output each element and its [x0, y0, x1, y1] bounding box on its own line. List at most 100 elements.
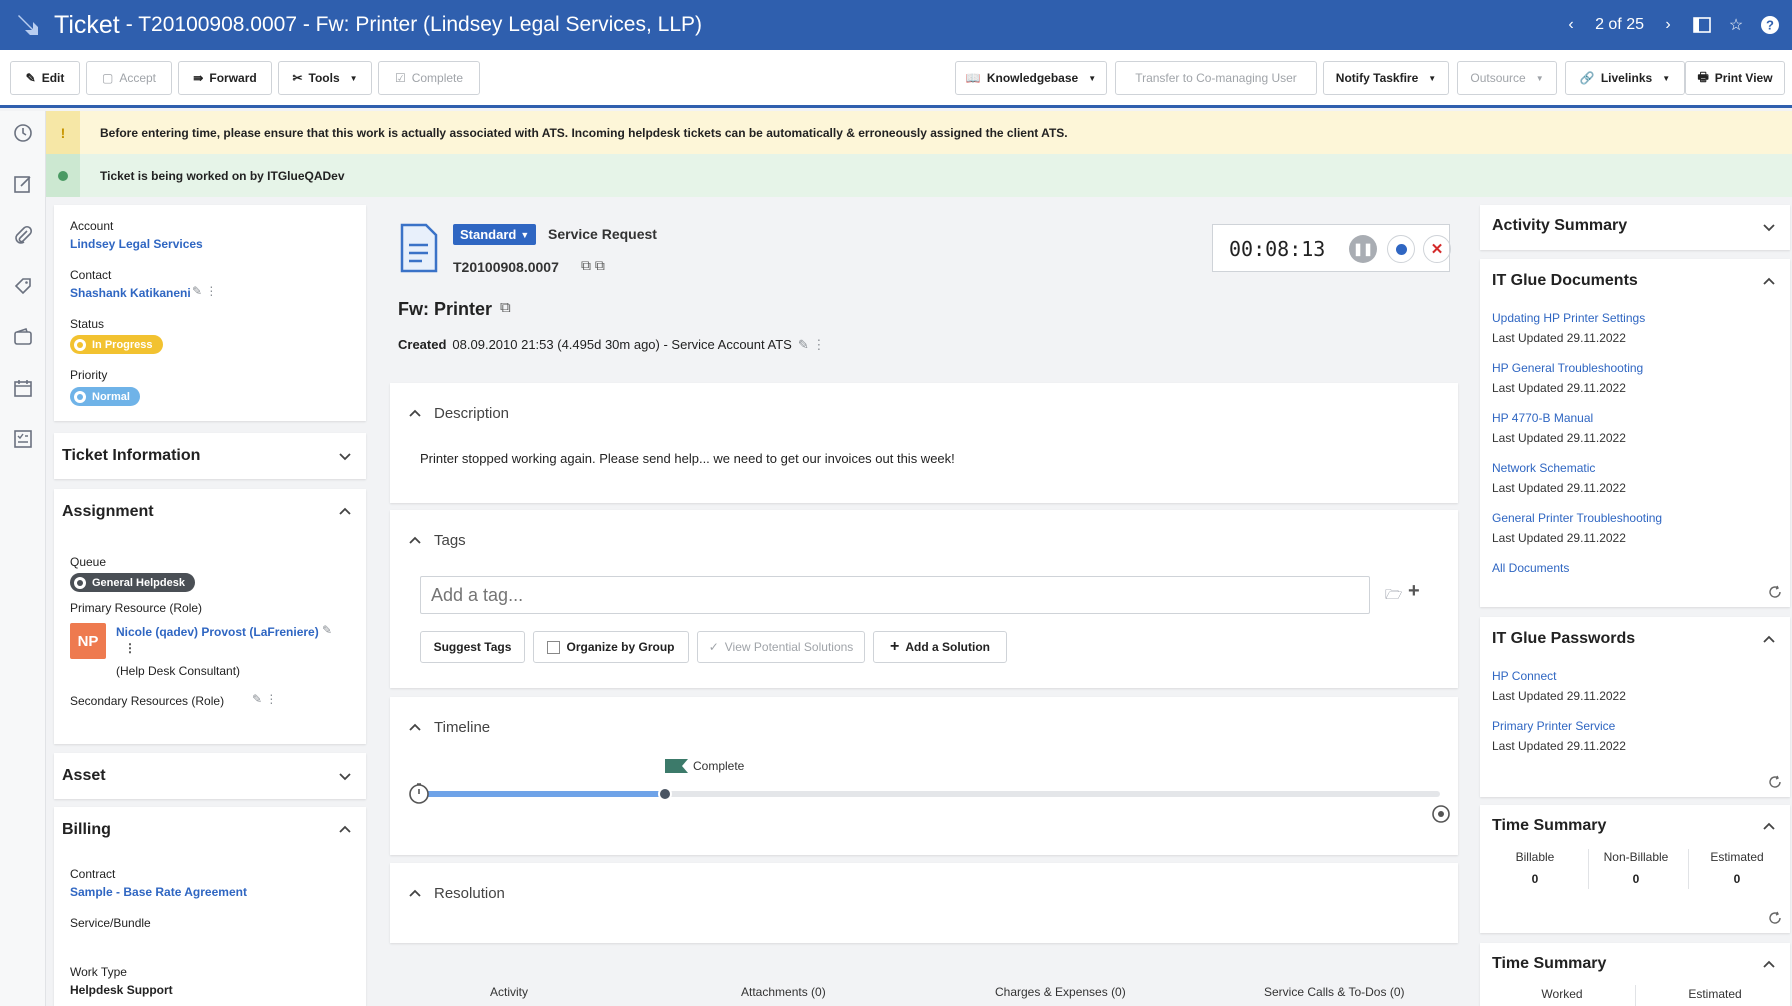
resolution-header[interactable]: Resolution	[408, 885, 505, 902]
account-link[interactable]: Lindsey Legal Services	[70, 237, 203, 251]
timeline-header[interactable]: Timeline	[408, 719, 490, 736]
attachment-icon[interactable]	[13, 225, 33, 245]
record-icon[interactable]	[1387, 235, 1415, 263]
edit-button[interactable]: ✎ Edit	[10, 61, 80, 95]
doc-link[interactable]: General Printer Troubleshooting	[1492, 511, 1662, 525]
tab-activity[interactable]: Activity	[490, 985, 528, 999]
chevron-up-icon[interactable]	[1762, 633, 1776, 647]
password-link[interactable]: Primary Printer Service	[1492, 719, 1615, 733]
tab-attachments[interactable]: Attachments (0)	[741, 985, 826, 999]
tab-service-calls[interactable]: Service Calls & To-Dos (0)	[1264, 985, 1404, 999]
edit-created-icon[interactable]: ✎ ⋮	[798, 337, 826, 353]
warning-icon: !	[46, 111, 80, 154]
doc-link[interactable]: Updating HP Printer Settings	[1492, 311, 1645, 325]
contract-link[interactable]: Sample - Base Rate Agreement	[70, 885, 247, 899]
it-glue-documents-section: IT Glue Documents Updating HP Printer Se…	[1480, 259, 1790, 607]
title-bar: Ticket - T20100908.0007 - Fw: Printer (L…	[0, 0, 1792, 50]
password-link[interactable]: HP Connect	[1492, 669, 1556, 683]
service-bundle-label: Service/Bundle	[70, 916, 151, 930]
livelinks-button[interactable]: 🔗 Livelinks ▼	[1565, 61, 1685, 95]
refresh-icon[interactable]	[1768, 585, 1782, 599]
notify-taskfire-button[interactable]: Notify Taskfire ▼	[1323, 61, 1449, 95]
edit-contact-icon[interactable]: ✎ ⋮	[192, 284, 217, 298]
tag-input[interactable]	[420, 576, 1370, 614]
tools-button[interactable]: ✂ Tools ▼	[278, 61, 372, 95]
chevron-up-icon[interactable]	[338, 505, 352, 519]
right-column: Activity Summary IT Glue Documents Updat…	[1480, 205, 1792, 1006]
chevron-down-icon: ▼	[520, 229, 530, 240]
add-solution-button[interactable]: + Add a Solution	[873, 631, 1007, 663]
tags-header[interactable]: Tags	[408, 532, 466, 549]
chevron-down-icon[interactable]	[338, 769, 352, 783]
refresh-icon[interactable]	[1768, 775, 1782, 789]
organize-by-group-button[interactable]: Organize by Group	[533, 631, 689, 663]
tag-library-icon[interactable]: 🗁	[1385, 584, 1402, 608]
chevron-down-icon: ▼	[1428, 73, 1437, 83]
priority-label: Priority	[70, 368, 108, 382]
all-documents-link[interactable]: All Documents	[1492, 561, 1569, 575]
ticket-pager: 2 of 25	[1595, 16, 1644, 33]
transfer-button[interactable]: Transfer to Co-managing User	[1115, 61, 1317, 95]
chevron-down-icon[interactable]	[338, 449, 352, 463]
info-banner: Ticket is being worked on by ITGlueQADev	[46, 154, 1792, 197]
prev-ticket-icon[interactable]: ‹	[1561, 15, 1581, 35]
tag-icon[interactable]	[13, 276, 33, 296]
chevron-up-icon[interactable]	[1762, 820, 1776, 834]
queue-badge[interactable]: General Helpdesk	[70, 573, 195, 592]
divider	[1635, 985, 1636, 1006]
work-type-value: Helpdesk Support	[70, 983, 173, 997]
priority-badge[interactable]: Normal	[70, 387, 140, 406]
knowledgebase-button[interactable]: 📖 Knowledgebase ▼	[955, 61, 1107, 95]
edit-secondary-icon[interactable]: ✎ ⋮	[252, 692, 277, 706]
accept-button[interactable]: ▢ Accept	[86, 61, 172, 95]
chevron-up-icon	[409, 409, 421, 417]
complete-button[interactable]: ☑ Complete	[378, 61, 480, 95]
contact-link[interactable]: Shashank Katikaneni	[70, 286, 191, 300]
calendar-icon[interactable]	[13, 378, 33, 398]
suggest-tags-button[interactable]: Suggest Tags	[420, 631, 525, 663]
wallet-icon[interactable]	[13, 327, 33, 347]
ticket-type-dropdown[interactable]: Standard ▼	[453, 224, 537, 245]
queue-eye-icon	[74, 576, 86, 589]
help-icon[interactable]: ?	[1760, 15, 1780, 35]
timeline-marker[interactable]	[658, 787, 672, 801]
panel-toggle-icon[interactable]	[1692, 15, 1712, 35]
copy-title-icon[interactable]: ⧉	[500, 299, 511, 316]
clock-icon[interactable]	[13, 123, 33, 143]
billable-stat: Billable 0	[1515, 850, 1555, 886]
view-potential-solutions-button[interactable]: ✓ View Potential Solutions	[697, 631, 865, 663]
chevron-up-icon[interactable]	[1762, 958, 1776, 972]
pause-icon[interactable]: ❚❚	[1349, 235, 1377, 263]
chevron-up-icon[interactable]	[338, 823, 352, 837]
status-badge[interactable]: In Progress	[70, 335, 163, 354]
more-icon[interactable]: ⋮	[124, 641, 136, 655]
stop-icon[interactable]: ✕	[1423, 235, 1451, 263]
edit-note-icon[interactable]	[13, 174, 33, 194]
add-tag-icon[interactable]: +	[1408, 580, 1420, 603]
next-ticket-icon[interactable]: ›	[1658, 15, 1678, 35]
doc-link[interactable]: HP General Troubleshooting	[1492, 361, 1643, 375]
edit-resource-icon[interactable]: ✎	[322, 623, 332, 637]
print-view-button[interactable]: 🖶 Print View	[1685, 61, 1785, 95]
check-icon: ✓	[708, 640, 719, 654]
doc-link[interactable]: Network Schematic	[1492, 461, 1595, 475]
doc-link[interactable]: HP 4770-B Manual	[1492, 411, 1593, 425]
ticket-number: T20100908.0007	[453, 259, 559, 275]
copy-icon[interactable]: ⧉ ⧉	[581, 257, 605, 274]
ticket-information-section[interactable]: Ticket Information	[54, 433, 366, 479]
activity-summary-section[interactable]: Activity Summary	[1480, 205, 1790, 250]
description-header[interactable]: Description	[408, 405, 509, 422]
asset-section[interactable]: Asset	[54, 753, 366, 799]
chevron-up-icon[interactable]	[1762, 275, 1776, 289]
tab-charges-expenses[interactable]: Charges & Expenses (0)	[995, 985, 1126, 999]
refresh-icon[interactable]	[1768, 911, 1782, 925]
primary-resource-link[interactable]: Nicole (qadev) Provost (LaFreniere)	[116, 625, 319, 639]
chevron-down-icon: ▼	[1088, 73, 1097, 83]
chevron-down-icon[interactable]	[1762, 220, 1776, 234]
timer-display: 00:08:13	[1229, 237, 1326, 261]
it-glue-passwords-section: IT Glue Passwords HP Connect Last Update…	[1480, 617, 1790, 797]
star-icon[interactable]: ☆	[1726, 15, 1746, 35]
forward-button[interactable]: ⇛ Forward	[178, 61, 272, 95]
checklist-icon[interactable]	[13, 429, 33, 449]
outsource-button[interactable]: Outsource ▼	[1457, 61, 1557, 95]
